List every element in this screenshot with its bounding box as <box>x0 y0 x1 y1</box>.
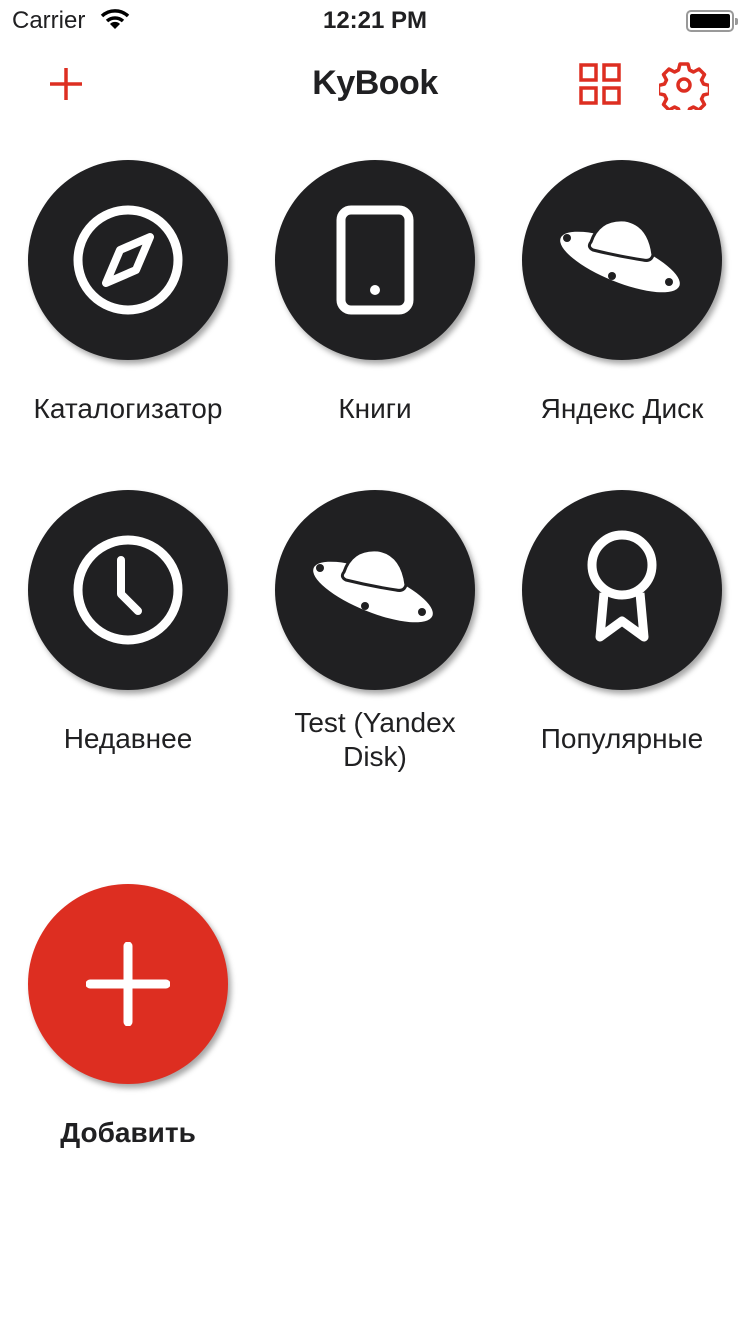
tile-circle[interactable] <box>522 490 722 690</box>
ufo-icon <box>560 218 680 293</box>
tablet-icon <box>336 205 414 315</box>
settings-button[interactable] <box>659 60 709 110</box>
status-bar: Carrier 12:21 PM <box>0 0 750 40</box>
compass-icon <box>73 205 183 315</box>
tile-circle[interactable] <box>275 490 475 690</box>
tile-circle[interactable] <box>28 490 228 690</box>
ufo-icon <box>313 548 433 623</box>
tile-label: Популярные <box>540 723 704 754</box>
add-circle[interactable] <box>28 884 228 1084</box>
tile-add[interactable]: Добавить <box>8 884 248 1150</box>
tile-label: Каталогизатор <box>33 393 223 424</box>
tile-label: Яндекс Диск <box>540 393 704 424</box>
award-icon <box>587 530 657 642</box>
page-title: KyBook <box>312 64 438 102</box>
tile-circle[interactable] <box>522 160 722 360</box>
tile-label: Test (Yandex Disk) <box>294 707 456 772</box>
tile-circle[interactable] <box>275 160 475 360</box>
tile-recent[interactable]: Недавнее <box>8 490 248 756</box>
tile-circle[interactable] <box>28 160 228 360</box>
tile-books[interactable]: Книги <box>255 160 495 426</box>
tile-label: Добавить <box>60 1117 196 1148</box>
tile-yandex-disk[interactable]: Яндекс Диск <box>502 160 742 426</box>
battery-icon <box>686 10 738 32</box>
clock-icon <box>73 535 183 645</box>
tile-label: Недавнее <box>63 723 193 754</box>
tile-popular[interactable]: Популярные <box>502 490 742 756</box>
plus-icon <box>86 942 170 1026</box>
tile-test-yandex-disk[interactable]: Test (Yandex Disk) <box>255 490 495 774</box>
tile-label: Книги <box>338 393 412 424</box>
tile-catalog[interactable]: Каталогизатор <box>8 160 248 426</box>
grid-view-button[interactable] <box>579 63 621 105</box>
clock-time: 12:21 PM <box>322 7 428 34</box>
